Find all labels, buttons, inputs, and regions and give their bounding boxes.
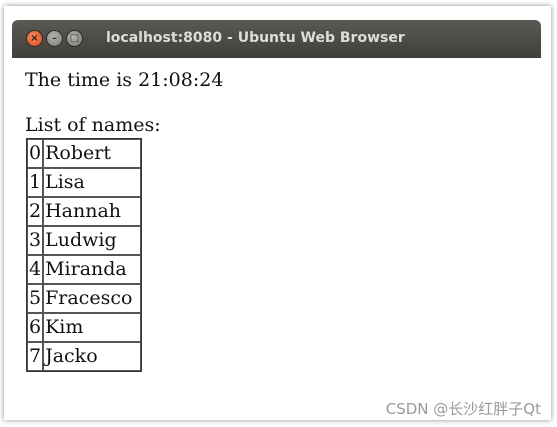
row-name: Hannah [43,197,142,226]
row-index: 1 [27,168,44,197]
row-index: 3 [27,226,44,255]
row-index: 2 [27,197,44,226]
title-bar[interactable]: × – □ localhost:8080 - Ubuntu Web Browse… [12,20,541,58]
table-row: 1 Lisa [27,168,142,197]
window-title: localhost:8080 - Ubuntu Web Browser [106,30,405,46]
row-index: 4 [27,255,44,284]
watermark: CSDN @长沙红胖子Qt [385,400,541,418]
maximize-window-icon[interactable]: □ [66,30,83,47]
time-text: The time is 21:08:24 [25,69,224,91]
row-name: Kim [43,313,142,342]
row-name: Lisa [43,168,142,197]
row-name: Fracesco [43,284,142,313]
row-name: Robert [43,139,142,168]
table-row: 6 Kim [27,313,142,342]
row-name: Miranda [43,255,142,284]
page-content: The time is 21:08:24 List of names: 0 Ro… [12,58,541,410]
row-index: 0 [27,139,44,168]
row-index: 5 [27,284,44,313]
table-row: 5 Fracesco [27,284,142,313]
row-index: 6 [27,313,44,342]
close-window-icon[interactable]: × [26,30,43,47]
table-row: 4 Miranda [27,255,142,284]
minimize-window-icon[interactable]: – [46,30,63,47]
table-row: 7 Jacko [27,342,142,371]
table-row: 0 Robert [27,139,142,168]
list-title: List of names: [25,114,161,136]
row-index: 7 [27,342,44,371]
names-table: 0 Robert 1 Lisa 2 Hannah 3 Ludwig 4 Mira… [26,138,143,372]
table-row: 2 Hannah [27,197,142,226]
row-name: Ludwig [43,226,142,255]
table-row: 3 Ludwig [27,226,142,255]
row-name: Jacko [43,342,142,371]
